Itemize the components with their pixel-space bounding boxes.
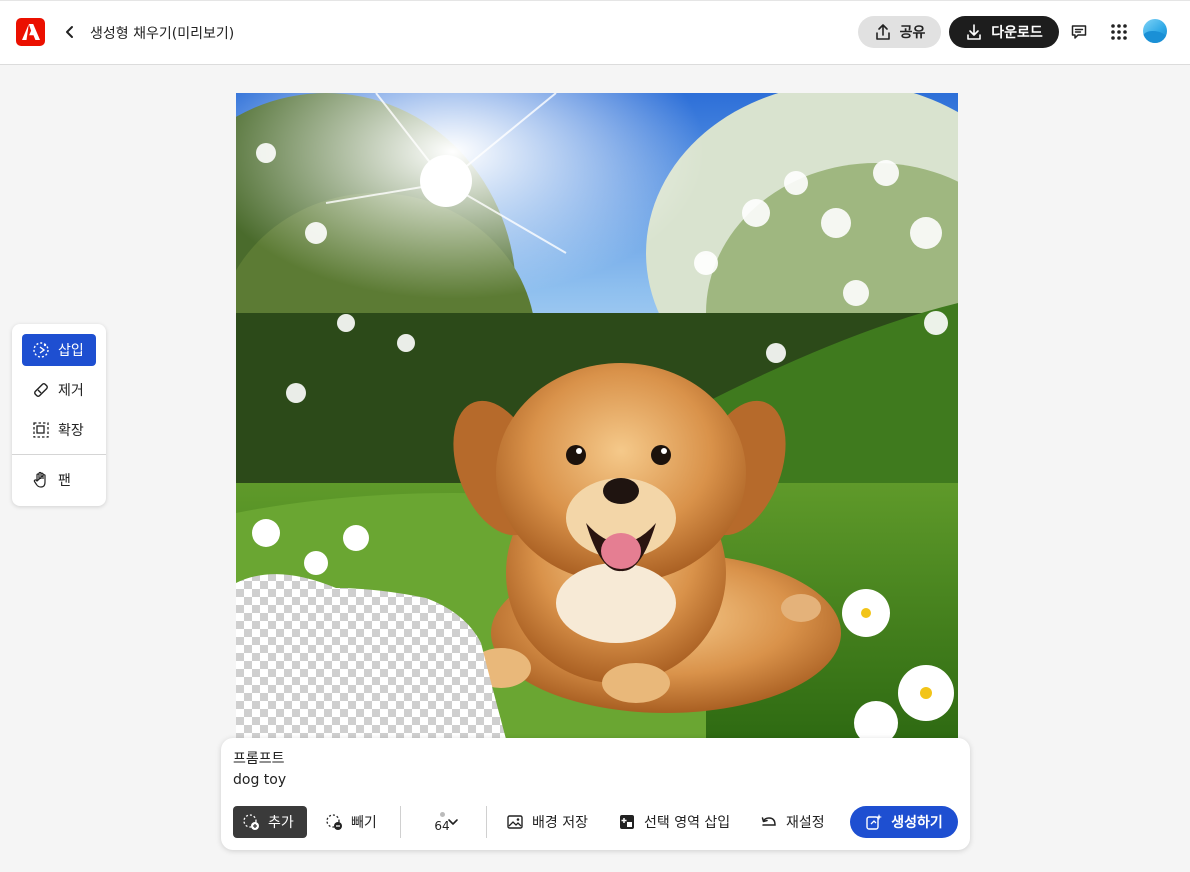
tool-expand-label: 확장 [58,423,84,439]
adobe-logo-icon [21,24,40,40]
share-label: 공유 [899,25,926,41]
download-button[interactable]: 다운로드 [949,16,1059,48]
reset-label: 재설정 [786,815,825,831]
expand-icon [33,422,49,438]
insert-selection-label: 선택 영역 삽입 [644,815,731,831]
add-label: 추가 [268,815,294,831]
image-icon [507,815,523,829]
share-button[interactable]: 공유 [858,16,941,48]
tool-expand[interactable]: 확장 [22,414,96,446]
chevron-down-icon [448,819,458,825]
brush-size-dropdown[interactable] [447,806,463,838]
share-upload-icon [875,24,890,40]
generate-button[interactable]: 생성하기 [850,806,958,838]
image-canvas[interactable] [236,93,958,739]
prompt-label: 프롬프트 [233,751,285,767]
prompt-bar: 프롬프트 추가 빼기 64 배경 저장 [221,738,970,850]
puppy-image [236,93,958,739]
reset-icon [761,817,776,826]
add-button[interactable]: 추가 [233,806,307,838]
apps-grid-icon [1111,24,1127,40]
divider [486,806,487,838]
subtract-button[interactable]: 빼기 [325,806,377,838]
divider [400,806,401,838]
prompt-input[interactable] [233,769,933,791]
apps-button[interactable] [1107,20,1131,44]
save-background-button[interactable]: 배경 저장 [506,806,588,838]
download-label: 다운로드 [991,25,1043,41]
tool-insert[interactable]: 삽입 [22,334,96,366]
page-title: 생성형 채우기(미리보기) [90,26,235,42]
brush-subtract-icon [326,814,342,830]
back-button[interactable] [60,21,80,43]
reset-button[interactable]: 재설정 [760,806,825,838]
subtract-label: 빼기 [351,815,377,831]
tool-remove-label: 제거 [58,383,84,399]
adobe-logo[interactable] [16,18,45,46]
comment-icon [1071,25,1087,39]
tool-panel: 삽입 제거 확장 팬 [12,324,106,506]
tool-remove[interactable]: 제거 [22,374,96,406]
save-background-label: 배경 저장 [532,815,588,831]
download-icon [967,24,982,40]
tool-pan-label: 팬 [58,473,71,489]
remove-icon [34,383,48,397]
top-header: 생성형 채우기(미리보기) 공유 다운로드 [0,0,1190,65]
hand-icon [33,471,46,488]
tool-divider [12,454,106,455]
tool-pan[interactable]: 팬 [22,464,96,496]
comment-button[interactable] [1067,20,1091,44]
generate-label: 생성하기 [891,815,943,831]
brush-size-dot-icon [439,811,445,817]
tool-insert-label: 삽입 [58,343,84,359]
chevron-left-icon [66,26,73,38]
insert-icon [33,342,49,358]
insert-selection-button[interactable]: 선택 영역 삽입 [618,806,730,838]
brush-add-icon [243,814,259,830]
generate-icon [866,814,883,830]
selection-insert-icon [620,815,634,829]
user-avatar[interactable] [1143,19,1167,43]
